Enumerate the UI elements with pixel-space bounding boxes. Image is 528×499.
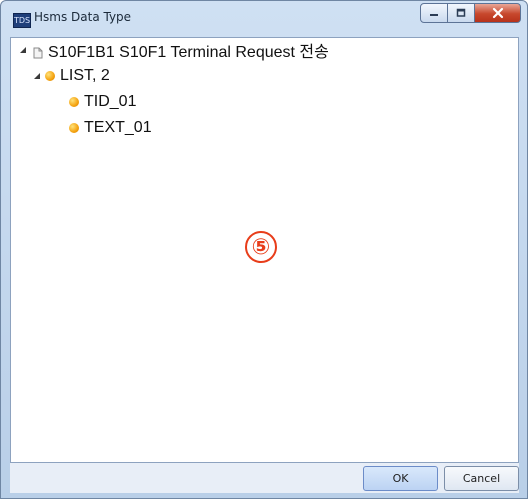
step-marker: ⑤ — [245, 231, 277, 263]
tree-node-label: LIST, 2 — [60, 67, 110, 84]
close-icon — [492, 7, 503, 19]
dialog-window: TDS Hsms Data Type S10F1B1 S10F1 Termina… — [0, 0, 528, 499]
close-button[interactable] — [475, 3, 521, 23]
collapse-arrow-icon[interactable] — [33, 72, 41, 80]
app-icon: TDS — [13, 13, 31, 28]
tree-node-label: TEXT_01 — [84, 119, 152, 136]
tree-panel[interactable]: S10F1B1 S10F1 Terminal Request 전송 LIST, … — [10, 37, 519, 463]
tree-node-label: TID_01 — [84, 93, 137, 110]
tree-node-list[interactable]: LIST, 2 — [33, 66, 110, 86]
maximize-button[interactable] — [448, 3, 475, 23]
orange-dot-icon — [69, 97, 79, 107]
tree-node-root[interactable]: S10F1B1 S10F1 Terminal Request 전송 — [19, 40, 329, 61]
window-title: Hsms Data Type — [34, 10, 132, 24]
ok-button[interactable]: OK — [363, 466, 438, 491]
orange-dot-icon — [45, 71, 55, 81]
collapse-arrow-icon[interactable] — [19, 46, 27, 54]
window-controls — [420, 3, 521, 25]
tree-node-label: S10F1B1 S10F1 Terminal Request 전송 — [48, 44, 329, 61]
tree-node-text[interactable]: TEXT_01 — [69, 118, 152, 138]
document-icon — [33, 44, 43, 59]
orange-dot-icon — [69, 123, 79, 133]
tree-node-tid[interactable]: TID_01 — [69, 92, 136, 112]
maximize-icon — [456, 8, 466, 17]
minimize-icon — [430, 14, 438, 16]
button-bar — [10, 463, 519, 493]
title-bar[interactable]: TDS Hsms Data Type — [1, 1, 527, 37]
minimize-button[interactable] — [420, 3, 448, 23]
cancel-button[interactable]: Cancel — [444, 466, 519, 491]
